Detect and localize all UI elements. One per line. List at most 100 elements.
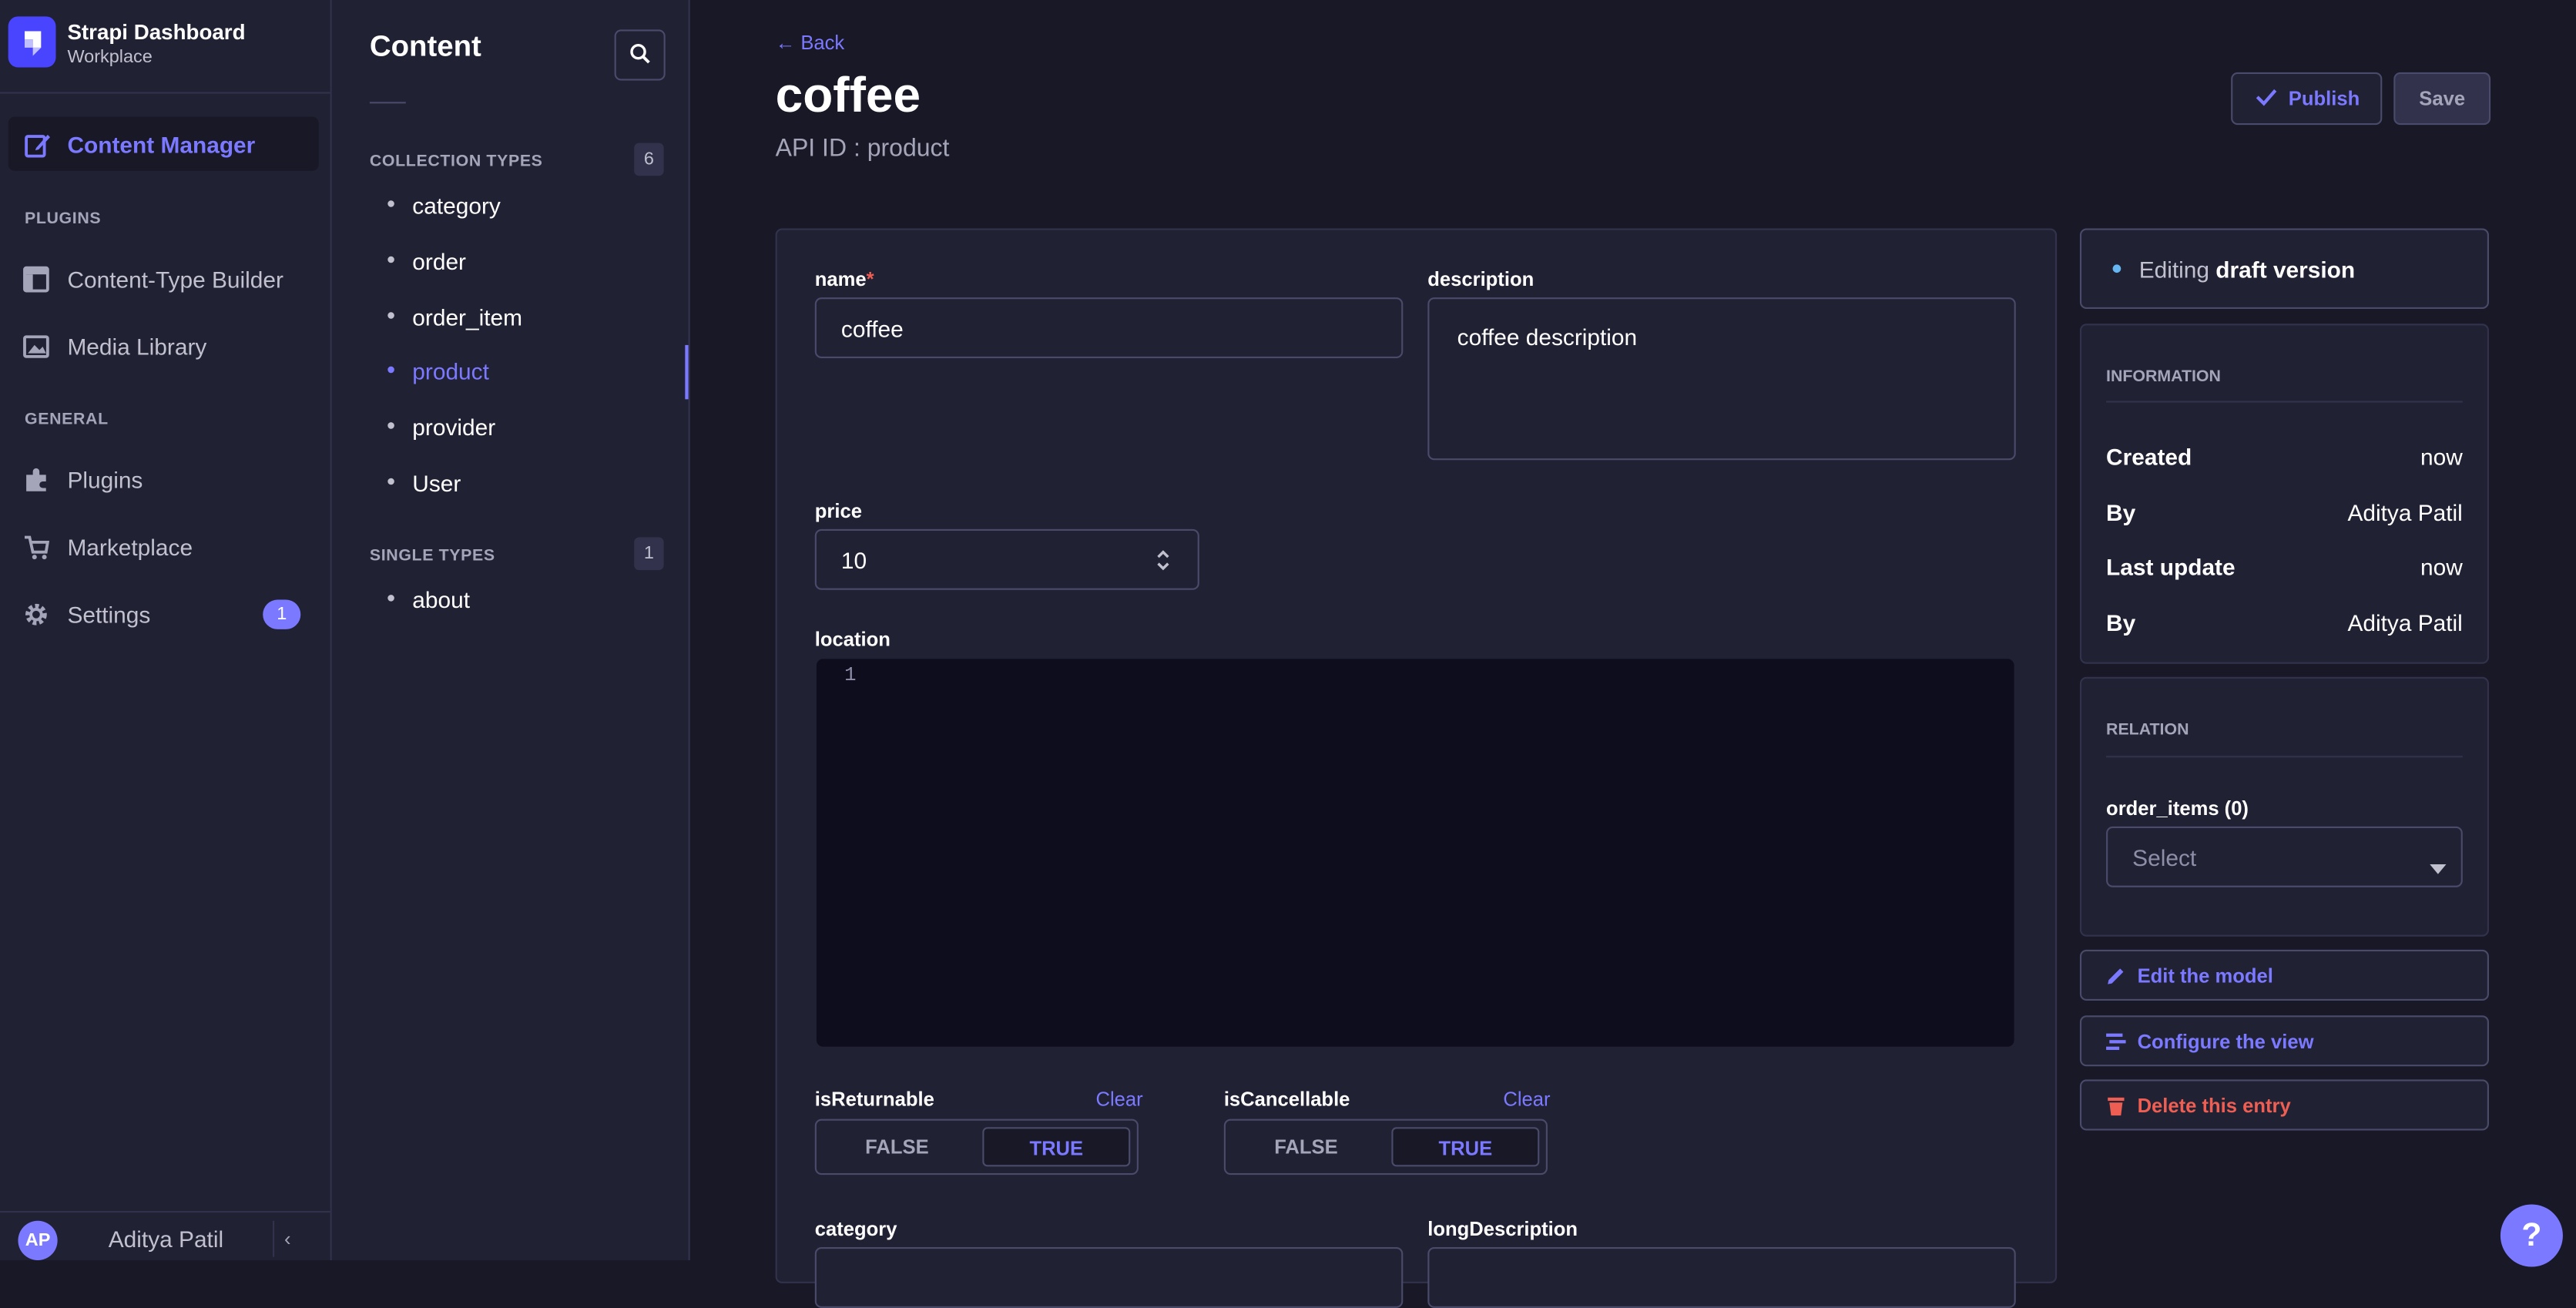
toggle-true-option[interactable]: TRUE (1391, 1127, 1540, 1167)
trash-icon (2106, 1095, 2126, 1124)
publish-button-label: Publish (2288, 87, 2360, 110)
collapse-nav-button[interactable]: ‹ (273, 1220, 300, 1257)
info-key: By (2106, 609, 2136, 636)
location-label: location (814, 627, 891, 651)
info-value: Aditya Patil (2347, 499, 2463, 526)
subnav-item-provider[interactable]: provider (387, 414, 495, 441)
general-section-label: GENERAL (24, 411, 109, 429)
is-cancellable-toggle[interactable]: FALSE TRUE (1223, 1119, 1548, 1176)
chevron-left-icon: ‹ (283, 1227, 291, 1251)
nav-plugins-label: Plugins (67, 466, 143, 493)
subnav-item-about[interactable]: about (387, 586, 470, 613)
status-dot-icon (2112, 264, 2122, 273)
cart-icon (23, 534, 50, 568)
category-select[interactable] (814, 1246, 1404, 1308)
subnav-search-button[interactable] (614, 29, 666, 81)
brand-subtitle: Workplace (67, 47, 153, 68)
page-title: coffee (775, 69, 921, 123)
bullet-icon (387, 312, 394, 320)
relation-select[interactable]: Select (2106, 826, 2463, 887)
subnav-item-category[interactable]: category (387, 193, 501, 219)
bullet-icon (387, 595, 394, 602)
is-cancellable-label: isCancellable (1223, 1088, 1350, 1111)
avatar[interactable]: AP (18, 1220, 58, 1261)
name-input-value: coffee (840, 315, 904, 342)
strapi-logo-icon (8, 16, 56, 68)
toggle-false-option[interactable]: FALSE (1232, 1127, 1380, 1166)
relation-heading: RELATION (2106, 721, 2189, 740)
publish-button[interactable]: Publish (2231, 72, 2383, 126)
gear-icon (23, 602, 49, 636)
toggle-true-option[interactable]: TRUE (982, 1127, 1131, 1167)
check-icon (2256, 87, 2277, 112)
editing-status: Editing draft version (2138, 256, 2356, 283)
subnav-title: Content (369, 29, 481, 63)
image-icon (23, 334, 49, 368)
single-types-label: SINGLE TYPES (369, 547, 495, 565)
puzzle-icon (23, 467, 49, 501)
nav-media-library[interactable]: Media Library (0, 324, 330, 370)
subnav-divider (369, 102, 406, 104)
bullet-icon (387, 257, 394, 263)
name-input[interactable]: coffee (814, 297, 1404, 358)
collection-types-count: 6 (634, 143, 664, 176)
collection-types-label: COLLECTION TYPES (369, 153, 543, 171)
nav-marketplace[interactable]: Marketplace (0, 524, 330, 570)
back-link[interactable]: ← Back (776, 32, 845, 55)
description-value: coffee description (1457, 324, 1638, 350)
info-value: now (2420, 553, 2463, 580)
divider (2106, 401, 2463, 403)
subnav-item-user[interactable]: User (387, 470, 461, 496)
pencil-icon (2106, 964, 2126, 994)
info-key: Created (2106, 443, 2192, 471)
bullet-icon (387, 200, 394, 208)
price-input[interactable]: 10 (814, 528, 1199, 590)
subnav-item-order[interactable]: order (387, 248, 466, 274)
bullet-icon (387, 422, 394, 430)
bullet-icon (387, 367, 394, 374)
brand-title: Strapi Dashboard (67, 19, 246, 45)
location-json-editor[interactable] (816, 659, 2014, 1047)
help-button[interactable]: ? (2500, 1204, 2563, 1267)
price-label: price (814, 499, 862, 523)
subnav-item-product[interactable]: product (387, 358, 489, 384)
description-textarea[interactable]: coffee description (1427, 297, 2016, 461)
subnav-item-order-item[interactable]: order_item (387, 304, 522, 330)
nav-content-manager[interactable]: Content Manager (8, 116, 319, 171)
info-key: Last update (2106, 553, 2236, 580)
is-returnable-toggle[interactable]: FALSE TRUE (814, 1119, 1139, 1176)
long-description-label: longDescription (1427, 1217, 1578, 1241)
edit-model-button[interactable]: Edit the model (2079, 949, 2489, 1001)
nav-marketplace-label: Marketplace (67, 534, 193, 561)
active-item-marker (685, 344, 689, 400)
info-value: now (2420, 443, 2463, 471)
is-cancellable-clear[interactable]: Clear (1503, 1088, 1550, 1111)
list-icon (2106, 1030, 2126, 1059)
description-label: description (1427, 267, 1535, 291)
relation-select-placeholder: Select (2132, 844, 2197, 871)
content-subnav (331, 0, 690, 1261)
is-returnable-clear[interactable]: Clear (1095, 1088, 1142, 1111)
nav-plugins[interactable]: Plugins (0, 457, 330, 503)
layout-icon (23, 266, 49, 301)
configure-view-button[interactable]: Configure the view (2079, 1015, 2489, 1067)
category-label: category (814, 1217, 897, 1241)
info-value: Aditya Patil (2347, 609, 2463, 636)
edit-model-label: Edit the model (2137, 964, 2273, 988)
save-button[interactable]: Save (2393, 72, 2491, 126)
user-name[interactable]: Aditya Patil (109, 1226, 223, 1252)
content-manager-icon (25, 132, 51, 166)
long-description-editor[interactable] (1427, 1246, 2016, 1308)
stepper-icon[interactable] (1155, 547, 1171, 579)
information-heading: INFORMATION (2106, 367, 2221, 387)
relation-label: order_items (0) (2106, 797, 2249, 820)
delete-entry-label: Delete this entry (2137, 1094, 2291, 1118)
nav-content-type-builder[interactable]: Content-Type Builder (0, 257, 330, 303)
info-key: By (2106, 499, 2136, 526)
search-icon (629, 42, 651, 72)
configure-view-label: Configure the view (2137, 1030, 2314, 1054)
toggle-false-option[interactable]: FALSE (823, 1127, 971, 1166)
caret-down-icon (2430, 853, 2447, 882)
arrow-left-icon: ← (775, 31, 796, 55)
delete-entry-button[interactable]: Delete this entry (2079, 1079, 2489, 1131)
